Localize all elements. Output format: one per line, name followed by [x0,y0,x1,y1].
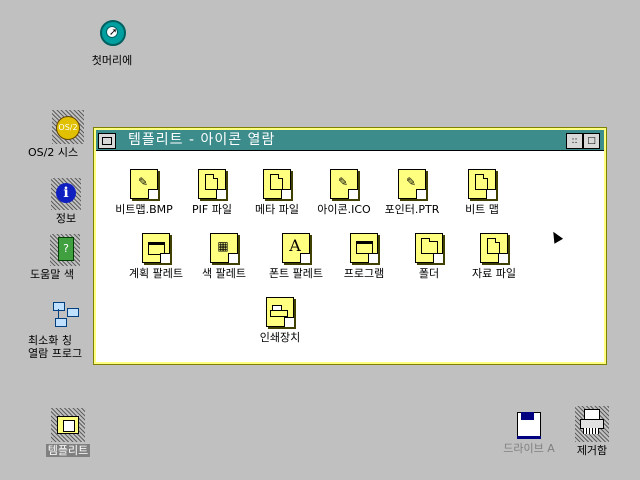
color-palette-icon: ▦ [210,233,238,263]
maximize-button[interactable]: □ [583,133,600,149]
template-item-label: 비트맵.BMP [115,203,173,216]
bitmap-template-icon [468,169,496,199]
pif-file-template-icon [198,169,226,199]
system-menu-icon[interactable] [98,133,116,149]
metafile-template-icon [263,169,291,199]
data-file-template-icon [480,233,508,263]
desktop-icon-label: 템플리트 [45,444,91,457]
template-item-pointer-ptr[interactable]: ✎ 포인터.PTR [374,169,450,216]
template-item-label: 색 팔레트 [202,267,246,280]
bitmap-template-icon: ✎ [130,169,158,199]
template-item-label: 메타 파일 [255,203,299,216]
template-item-icon-ico[interactable]: ✎ 아이콘.ICO [306,169,382,216]
desktop-icon-label: 정보 [55,212,77,225]
floppy-drive-icon [515,412,543,440]
printer-template-icon [266,297,294,327]
desktop-icon-help-index[interactable]: ? 도움말 색 [30,234,100,281]
window-client-area: ✎ 비트맵.BMP PIF 파일 메타 파일 ✎ 아이콘.ICO ✎ 포인터.P… [96,151,604,362]
window-title-bar[interactable]: 템플리트 - 아이콘 열람 :: □ [96,130,604,151]
template-item-font-palette[interactable]: A 폰트 팔레트 [258,233,334,280]
desktop-icon-shredder[interactable]: 제거함 [566,406,618,457]
template-item-bitmap[interactable]: 비트 맵 [444,169,520,216]
desktop-icon-label: 첫머리에 [91,54,133,67]
mouse-pointer-icon [548,229,564,244]
template-item-bitmap-bmp[interactable]: ✎ 비트맵.BMP [106,169,182,216]
desktop-icon-templates[interactable]: 템플리트 [38,408,98,457]
desktop-icon-label-line1: 최소화 칭 [28,334,72,347]
template-item-printer[interactable]: 인쇄장치 [242,297,318,344]
font-palette-icon: A [282,233,310,263]
template-item-label: 비트 맵 [465,203,499,216]
desktop-icon-label: 도움말 색 [30,268,74,281]
program-template-icon [350,233,378,263]
templates-window[interactable]: 템플리트 - 아이콘 열람 :: □ ✎ 비트맵.BMP PIF 파일 메타 파… [94,128,606,364]
template-item-label: 아이콘.ICO [317,203,371,216]
templates-folder-icon [51,408,85,442]
template-item-label: 포인터.PTR [384,203,440,216]
desktop-icon-label-line2: 열람 프로그 [28,347,83,360]
scheme-palette-icon [142,233,170,263]
window-title: 템플리트 - 아이콘 열람 [128,132,276,148]
template-item-scheme-palette[interactable]: 계획 팔레트 [118,233,194,280]
icon-template-icon: ✎ [330,169,358,199]
template-item-data-file[interactable]: 자료 파일 [456,233,532,280]
template-item-label: 인쇄장치 [259,331,301,344]
folder-template-icon [415,233,443,263]
desktop-icon-drive-a[interactable]: 드라이브 A [494,412,564,455]
template-item-label: 계획 팔레트 [128,267,184,280]
information-icon: i [51,178,81,210]
start-here-icon: ➚ [95,18,129,52]
desktop-icon-label: 제거함 [576,444,608,457]
pointer-template-icon: ✎ [398,169,426,199]
minimized-viewer-icon [49,298,83,332]
desktop-icon-minimized-viewer[interactable]: 최소화 칭 열람 프로그 [28,298,104,360]
os2-system-icon: OS/2 [52,110,84,144]
template-item-metafile[interactable]: 메타 파일 [239,169,315,216]
template-item-color-palette[interactable]: ▦ 색 팔레트 [186,233,262,280]
template-item-label: 폰트 팔레트 [268,267,324,280]
minimize-button[interactable]: :: [566,133,583,149]
desktop-icon-start-here[interactable]: ➚ 첫머리에 [82,18,142,67]
shredder-icon [575,406,609,442]
desktop-icon-information[interactable]: i 정보 [36,178,96,225]
desktop-icon-label: 드라이브 A [503,442,555,455]
help-index-icon: ? [50,234,80,266]
template-item-label: 자료 파일 [472,267,516,280]
